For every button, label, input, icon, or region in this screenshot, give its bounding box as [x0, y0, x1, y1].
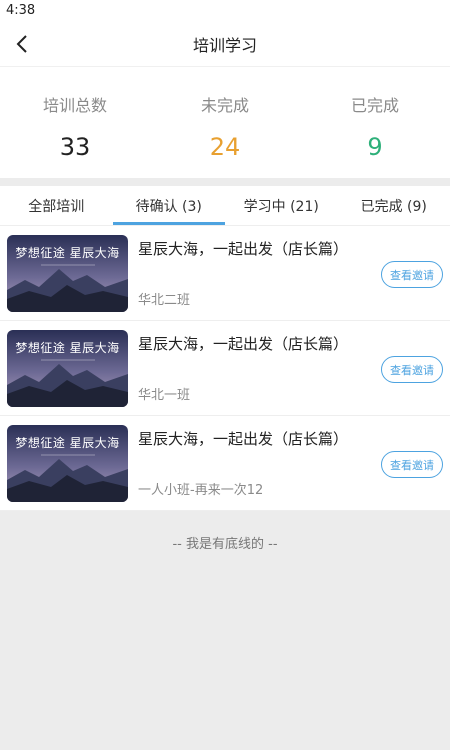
training-summary: 培训总数 33 未完成 24 已完成 9: [0, 66, 450, 178]
training-thumbnail: 梦想征途 星辰大海: [7, 425, 128, 502]
chevron-left-icon: [16, 35, 27, 53]
thumbnail-caption: 梦想征途 星辰大海: [15, 436, 120, 450]
summary-value: 9: [367, 133, 383, 161]
list-item[interactable]: 梦想征途 星辰大海 星辰大海，一起出发（店长篇） 华北一班 查看邀请: [0, 321, 450, 416]
tab-in-progress[interactable]: 学习中 (21): [225, 186, 338, 225]
tab-completed[interactable]: 已完成 (9): [338, 186, 450, 225]
summary-label: 未完成: [200, 96, 249, 115]
thumbnail-caption: 梦想征途 星辰大海: [15, 341, 120, 355]
training-thumbnail: 梦想征途 星辰大海: [7, 330, 128, 407]
nav-bar: 培训学习: [0, 22, 450, 66]
end-of-list-note: -- 我是有底线的 --: [172, 537, 278, 552]
summary-value: 24: [209, 133, 241, 161]
view-invitation-button[interactable]: 查看邀请: [381, 356, 443, 383]
item-class-name: 华北一班: [138, 388, 191, 403]
item-title: 星辰大海，一起出发（店长篇）: [138, 430, 349, 448]
summary-label: 培训总数: [42, 96, 107, 115]
view-invitation-button[interactable]: 查看邀请: [381, 261, 443, 288]
training-thumbnail: 梦想征途 星辰大海: [7, 235, 128, 312]
list-item[interactable]: 梦想征途 星辰大海 星辰大海，一起出发（店长篇） 一人小班-再来一次12 查看邀…: [0, 416, 450, 511]
tab-pending-confirm[interactable]: 待确认 (3): [112, 186, 226, 225]
summary-incomplete: 未完成 24: [150, 67, 300, 178]
training-list: 梦想征途 星辰大海 星辰大海，一起出发（店长篇） 华北二班 查看邀请 梦想征途 …: [0, 226, 450, 511]
view-invitation-button[interactable]: 查看邀请: [381, 451, 443, 478]
back-button[interactable]: [8, 28, 36, 60]
thumbnail-caption: 梦想征途 星辰大海: [15, 246, 120, 260]
item-title: 星辰大海，一起出发（店长篇）: [138, 335, 349, 353]
tab-all-training[interactable]: 全部培训: [0, 186, 113, 225]
summary-label: 已完成: [350, 96, 399, 115]
tab-bar: 全部培训 待确认 (3) 学习中 (21) 已完成 (9): [0, 186, 450, 226]
summary-completed: 已完成 9: [300, 67, 450, 178]
page-title: 培训学习: [192, 36, 257, 55]
summary-value: 33: [59, 133, 91, 161]
item-class-name: 一人小班-再来一次12: [138, 483, 264, 498]
status-time: 4:38: [6, 3, 36, 18]
list-item[interactable]: 梦想征途 星辰大海 星辰大海，一起出发（店长篇） 华北二班 查看邀请: [0, 226, 450, 321]
summary-total: 培训总数 33: [0, 67, 150, 178]
item-title: 星辰大海，一起出发（店长篇）: [138, 240, 349, 258]
item-class-name: 华北二班: [138, 293, 191, 308]
status-bar: 4:38: [0, 0, 450, 22]
